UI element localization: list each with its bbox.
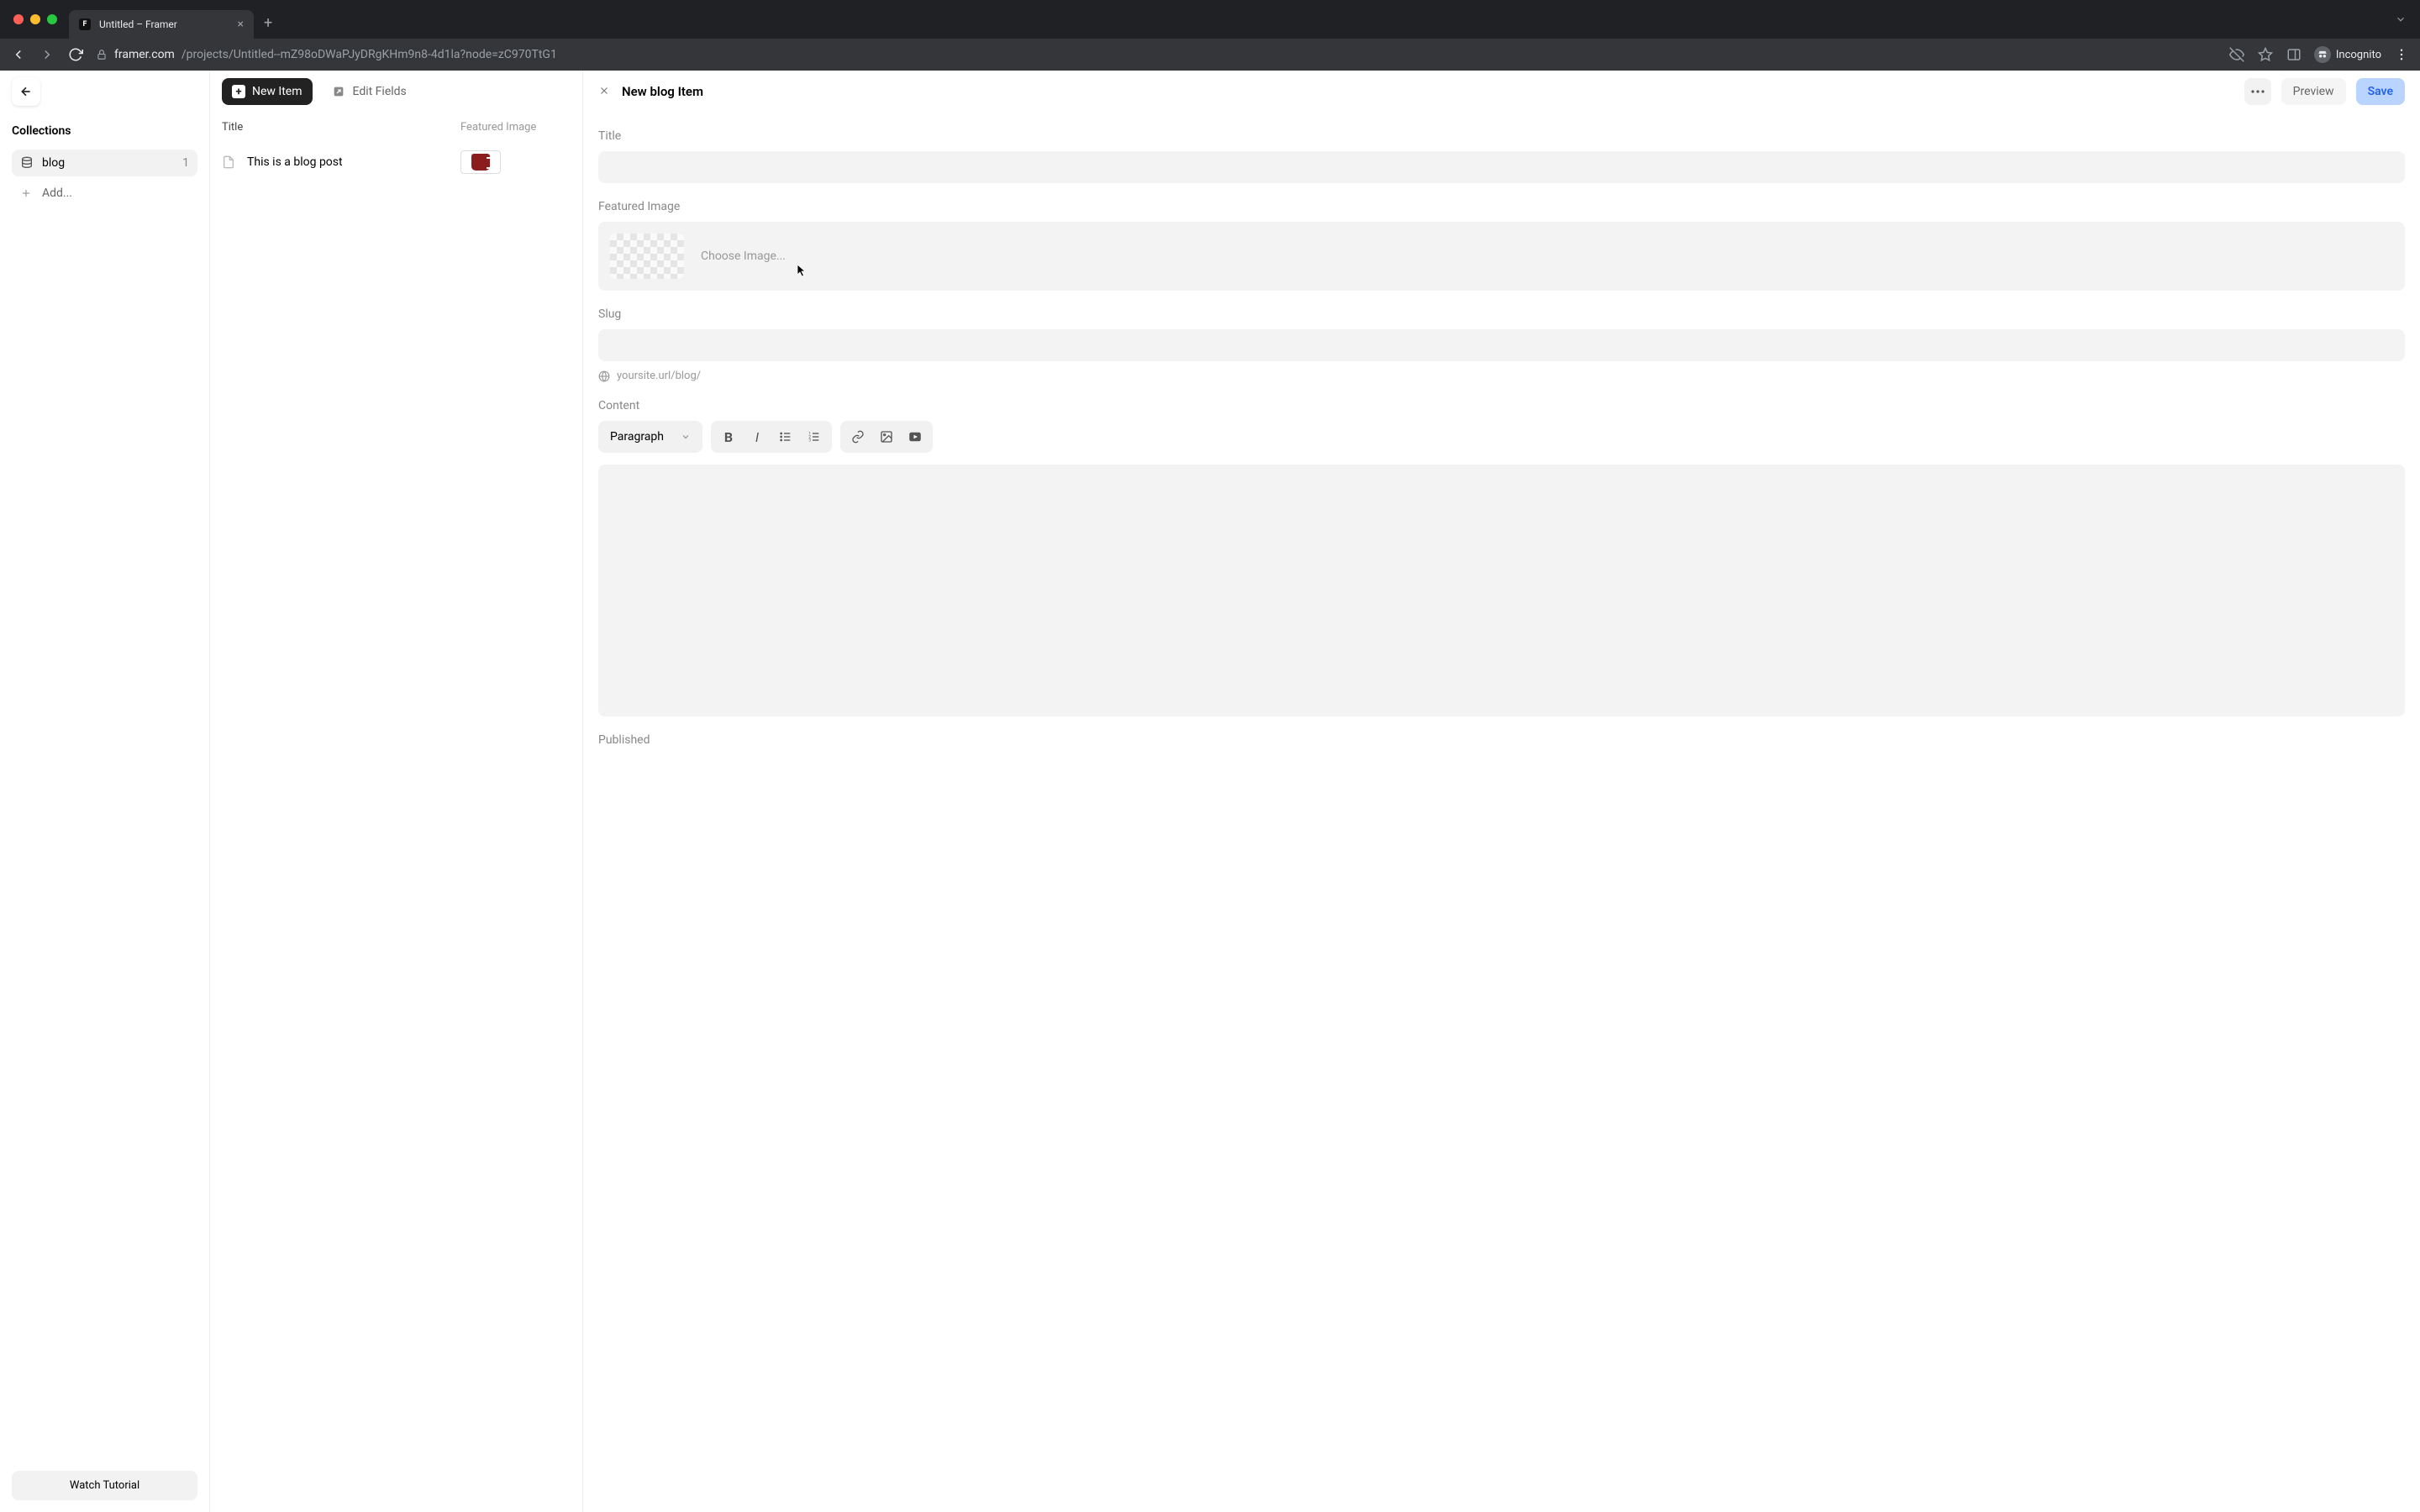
watch-tutorial-button[interactable]: Watch Tutorial [12, 1471, 197, 1500]
incognito-icon [2314, 46, 2331, 63]
close-panel-button[interactable] [598, 85, 612, 98]
link-button[interactable] [844, 424, 872, 449]
sidebar-heading: Collections [12, 124, 197, 138]
row-thumbnail [460, 150, 501, 174]
svg-text:3: 3 [808, 438, 811, 443]
image-placeholder [610, 234, 684, 279]
preview-button[interactable]: Preview [2281, 78, 2346, 105]
column-title: Title [222, 121, 460, 134]
edit-fields-button[interactable]: Edit Fields [321, 77, 417, 106]
image-button[interactable] [872, 424, 901, 449]
image-picker[interactable]: Choose Image... [598, 222, 2405, 291]
browser-tab[interactable]: F Untitled – Framer × [69, 10, 254, 39]
close-window-button[interactable] [13, 14, 24, 24]
paragraph-select-value: Paragraph [610, 430, 664, 444]
featured-image-label: Featured Image [598, 200, 2405, 213]
close-tab-icon[interactable]: × [238, 18, 244, 31]
back-icon[interactable] [10, 46, 27, 63]
save-button[interactable]: Save [2356, 78, 2405, 105]
url-path: /projects/Untitled--mZ98oDWaPJyDRgKHm9n8… [182, 48, 557, 61]
tab-title: Untitled – Framer [99, 18, 177, 30]
arrow-left-icon [19, 85, 33, 98]
paragraph-select[interactable]: Paragraph [598, 421, 702, 453]
edit-fields-label: Edit Fields [353, 85, 407, 98]
minimize-window-button[interactable] [30, 14, 40, 24]
eye-off-icon[interactable] [2228, 46, 2245, 63]
maximize-window-button[interactable] [47, 14, 57, 24]
kebab-menu-icon[interactable] [2393, 46, 2410, 63]
title-field-label: Title [598, 129, 2405, 143]
framer-favicon: F [79, 18, 91, 30]
column-featured-image: Featured Image [460, 121, 571, 134]
slug-url-preview: yoursite.url/blog/ [617, 370, 701, 382]
items-panel: + New Item Edit Fields Title Featured Im… [210, 71, 583, 1512]
dots-horizontal-icon [2251, 90, 2265, 93]
new-tab-button[interactable]: + [264, 14, 272, 32]
sidebar-add-collection[interactable]: Add... [12, 180, 197, 207]
globe-icon [598, 370, 610, 382]
star-icon[interactable] [2257, 46, 2274, 63]
incognito-badge[interactable]: Incognito [2314, 46, 2381, 63]
row-title: This is a blog post [247, 155, 449, 169]
panel-icon[interactable] [2286, 46, 2302, 63]
database-icon [20, 156, 34, 170]
url-host: framer.com [114, 48, 175, 61]
ordered-list-button[interactable]: 123 [800, 424, 829, 449]
table-row[interactable]: This is a blog post [210, 142, 582, 182]
reload-icon[interactable] [67, 46, 84, 63]
incognito-label: Incognito [2336, 49, 2381, 61]
slug-field-label: Slug [598, 307, 2405, 321]
choose-image-label: Choose Image... [701, 249, 786, 263]
slug-input[interactable] [598, 329, 2405, 361]
sidebar-item-blog[interactable]: blog 1 [12, 150, 197, 176]
sidebar-item-count: 1 [182, 156, 189, 170]
external-icon [331, 84, 346, 99]
detail-header: New blog Item [622, 84, 703, 99]
bullet-list-button[interactable] [771, 424, 800, 449]
content-field-label: Content [598, 399, 2405, 412]
tutorial-label: Watch Tutorial [70, 1479, 139, 1492]
url-display[interactable]: framer.com/projects/Untitled--mZ98oDWaPJ… [96, 48, 557, 61]
plus-icon [20, 187, 32, 199]
title-input[interactable] [598, 151, 2405, 183]
published-field-label: Published [598, 733, 2405, 747]
tabs-overflow-chevron-icon[interactable] [2395, 13, 2407, 25]
plus-square-icon: + [232, 85, 245, 98]
bold-button[interactable]: B [714, 424, 743, 449]
browser-address-bar: framer.com/projects/Untitled--mZ98oDWaPJ… [0, 39, 2420, 71]
table-header: Title Featured Image [210, 113, 582, 142]
video-button[interactable] [901, 424, 929, 449]
chevron-down-icon [681, 432, 691, 442]
more-options-button[interactable] [2244, 78, 2271, 105]
collections-sidebar: Collections blog 1 Add... Watch Tutorial [0, 71, 210, 1512]
preview-label: Preview [2293, 85, 2334, 98]
italic-button[interactable]: I [743, 424, 771, 449]
new-item-button[interactable]: + New Item [222, 78, 313, 105]
add-label: Add... [42, 186, 72, 200]
detail-panel: New blog Item Preview Save Title Feature… [583, 71, 2420, 1512]
lock-icon [96, 49, 108, 60]
app-back-button[interactable] [12, 77, 40, 106]
save-label: Save [2368, 85, 2393, 98]
document-icon [222, 155, 235, 169]
sidebar-item-label: blog [42, 156, 65, 170]
new-item-label: New Item [252, 85, 302, 98]
forward-icon[interactable] [39, 46, 55, 63]
window-titlebar: F Untitled – Framer × + [0, 0, 2420, 39]
window-controls [13, 14, 57, 24]
content-editor[interactable] [598, 465, 2405, 717]
